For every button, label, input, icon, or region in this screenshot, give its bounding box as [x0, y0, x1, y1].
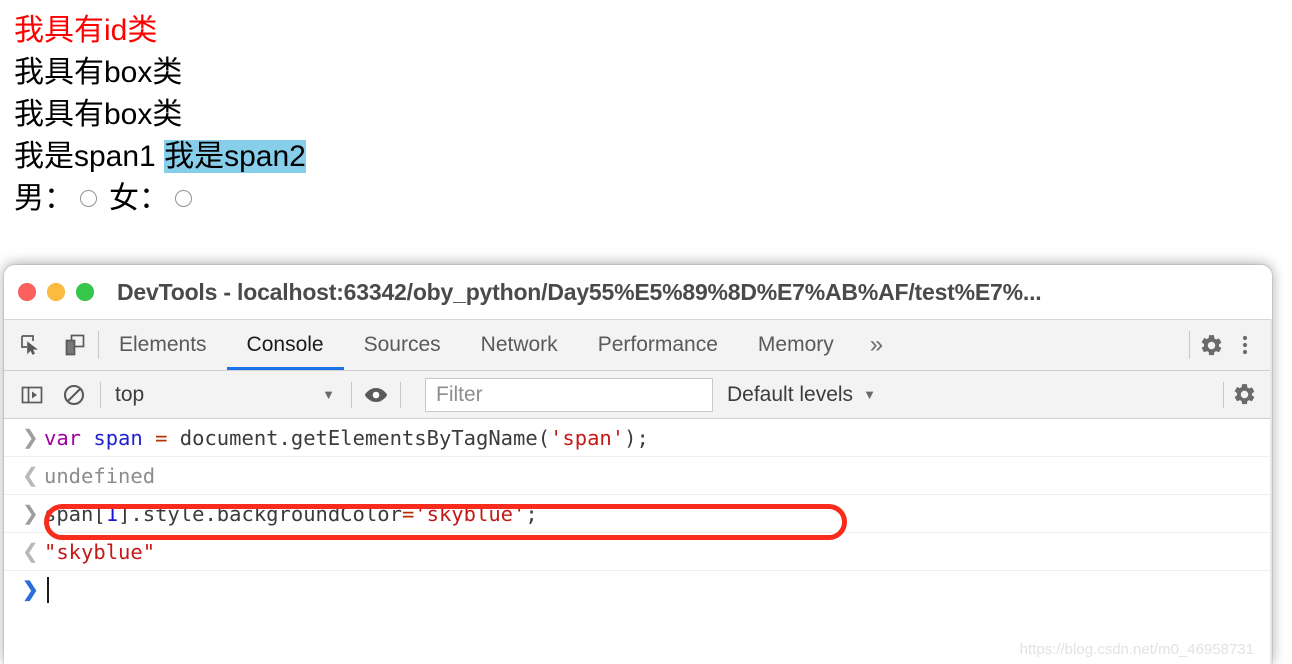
gender-radio-row: 男： 女：	[14, 178, 1292, 220]
male-radio-input[interactable]	[80, 189, 97, 207]
female-radio-input[interactable]	[175, 189, 192, 207]
chevron-down-icon: ▼	[322, 387, 335, 402]
result-chevron-icon: ❮	[22, 540, 39, 563]
text-cursor	[47, 577, 49, 603]
chevron-down-icon: ▼	[863, 387, 876, 402]
devtools-tabs: Elements Console Sources Network Perform…	[99, 320, 1189, 370]
console-filter-input[interactable]	[425, 377, 713, 412]
console-code-line: span[1].style.backgroundColor='skyblue';	[44, 501, 538, 526]
minimize-window-button[interactable]	[47, 283, 65, 301]
devtools-left-tools	[4, 320, 98, 370]
span-separator	[156, 140, 164, 173]
log-levels-select[interactable]: Default levels ▼	[727, 383, 886, 407]
console-settings-gear-icon[interactable]	[1230, 381, 1258, 409]
console-result-value: "skyblue"	[44, 539, 156, 564]
devtools-titlebar: DevTools - localhost:63342/oby_python/Da…	[4, 265, 1272, 319]
devtools-tabstrip: Elements Console Sources Network Perform…	[4, 319, 1272, 371]
console-input-row-highlighted[interactable]: ❯ span[1].style.backgroundColor='skyblue…	[4, 495, 1272, 540]
window-right-edge	[1270, 319, 1272, 664]
toolbar-divider-2	[351, 381, 352, 408]
window-title: DevTools - localhost:63342/oby_python/Da…	[117, 278, 1042, 305]
console-input-row[interactable]: ❯ var span = document.getElementsByTagNa…	[4, 419, 1272, 457]
console-result-row: ❮ "skyblue"	[4, 533, 1272, 571]
console-log-area[interactable]: ❯ var span = document.getElementsByTagNa…	[4, 419, 1272, 664]
female-label: 女：	[109, 182, 169, 215]
console-result-row: ❮ undefined	[4, 457, 1272, 495]
gear-icon[interactable]	[1198, 332, 1224, 358]
page-text-box-class-1: 我具有box类	[14, 56, 183, 89]
devtools-right-tools	[1190, 320, 1272, 370]
inspect-element-icon[interactable]	[18, 332, 44, 358]
watermark-text: https://blog.csdn.net/m0_46958731	[1019, 641, 1254, 658]
live-expression-eye-icon[interactable]	[362, 381, 390, 409]
clear-console-icon[interactable]	[60, 381, 88, 409]
toolbar-divider-3	[400, 381, 401, 408]
input-chevron-icon: ❯	[22, 426, 39, 449]
toolbar-divider-4	[1223, 381, 1224, 408]
maximize-window-button[interactable]	[76, 283, 94, 301]
span1: 我是span1	[14, 140, 156, 173]
span2-highlighted: 我是span2	[164, 140, 306, 173]
tab-console[interactable]: Console	[226, 320, 344, 370]
prompt-chevron-icon: ❯	[22, 579, 39, 601]
input-chevron-icon: ❯	[22, 502, 39, 525]
page-span-line: 我是span1 我是span2	[14, 136, 1292, 178]
result-chevron-icon: ❮	[22, 464, 39, 487]
tab-elements[interactable]: Elements	[99, 320, 227, 370]
device-toolbar-icon[interactable]	[62, 332, 88, 358]
close-window-button[interactable]	[18, 283, 36, 301]
console-result-value: undefined	[44, 463, 156, 488]
execution-context-value: top	[115, 382, 145, 406]
tab-performance[interactable]: Performance	[578, 320, 738, 370]
tab-memory[interactable]: Memory	[738, 320, 854, 370]
log-levels-value: Default levels	[727, 382, 854, 406]
page-text-id-class: 我具有id类	[14, 14, 158, 47]
console-code-line: var span = document.getElementsByTagName…	[44, 425, 649, 450]
console-sidebar-icon[interactable]	[18, 381, 46, 409]
more-tabs-icon[interactable]: »	[854, 320, 899, 370]
more-vertical-icon[interactable]	[1232, 332, 1258, 358]
browser-page-content: 我具有id类 我具有box类 我具有box类 我是span1 我是span2 男…	[0, 0, 1292, 265]
console-toolbar: top ▼ Default levels ▼	[4, 371, 1272, 419]
execution-context-select[interactable]: top ▼	[101, 383, 341, 407]
tab-network[interactable]: Network	[461, 320, 578, 370]
tab-sources[interactable]: Sources	[344, 320, 461, 370]
page-text-box-class-2: 我具有box类	[14, 98, 183, 131]
male-label: 男：	[14, 182, 74, 215]
console-active-prompt-row[interactable]: ❯	[4, 571, 1272, 609]
devtools-window: DevTools - localhost:63342/oby_python/Da…	[4, 265, 1272, 664]
